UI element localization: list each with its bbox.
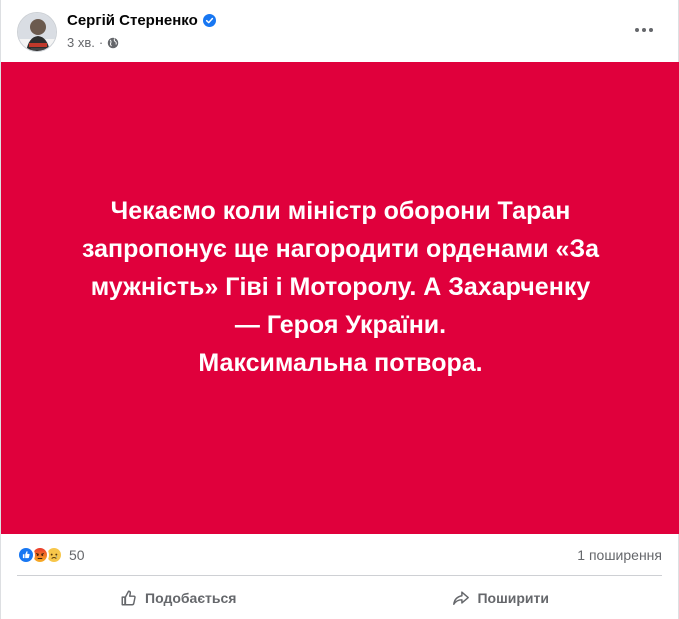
facebook-post: Сергій Стерненко 3 хв. · Чекаємо коли мі…	[0, 0, 679, 619]
like-button-label: Подобається	[145, 590, 237, 606]
share-button[interactable]: Поширити	[340, 577, 663, 619]
image-text-line: — Героя України.	[234, 311, 447, 339]
verified-badge-icon	[202, 14, 216, 27]
like-icon	[17, 545, 35, 564]
reactions-summary[interactable]: 50	[17, 545, 85, 564]
author-name: Сергій Стерненко	[67, 12, 198, 29]
more-options-button[interactable]	[632, 20, 656, 40]
post-stats: 50 1 поширення	[17, 534, 662, 576]
image-text-line: Чекаємо коли міністр оборони Таран	[110, 197, 571, 225]
like-button[interactable]: Подобається	[17, 577, 340, 619]
globe-icon[interactable]	[107, 37, 119, 49]
more-dots-icon	[635, 28, 653, 32]
image-text-line: Максимальна потвора.	[198, 349, 483, 377]
share-arrow-icon	[453, 591, 470, 606]
share-button-label: Поширити	[477, 590, 549, 606]
author-avatar[interactable]	[17, 12, 57, 52]
meta-separator: ·	[98, 35, 104, 50]
avatar-photo	[18, 13, 56, 51]
image-text-line: мужність» Гіві і Моторолу. А Захарченку	[90, 273, 591, 301]
thumbs-up-icon	[121, 590, 136, 606]
post-header: Сергій Стерненко 3 хв. ·	[1, 0, 678, 62]
post-image[interactable]: Чекаємо коли міністр оборони Таран запро…	[1, 62, 679, 534]
share-count[interactable]: 1 поширення	[577, 547, 662, 563]
reaction-count: 50	[69, 546, 85, 563]
post-timestamp[interactable]: 3 хв.	[67, 35, 95, 50]
author-name-link[interactable]: Сергій Стерненко	[67, 12, 216, 29]
post-meta: 3 хв. ·	[67, 35, 119, 50]
image-text-line: запропонує ще нагородити орденами «За	[81, 235, 600, 263]
post-actions: Подобається Поширити	[17, 577, 662, 619]
post-image-text: Чекаємо коли міністр оборони Таран запро…	[31, 192, 651, 382]
